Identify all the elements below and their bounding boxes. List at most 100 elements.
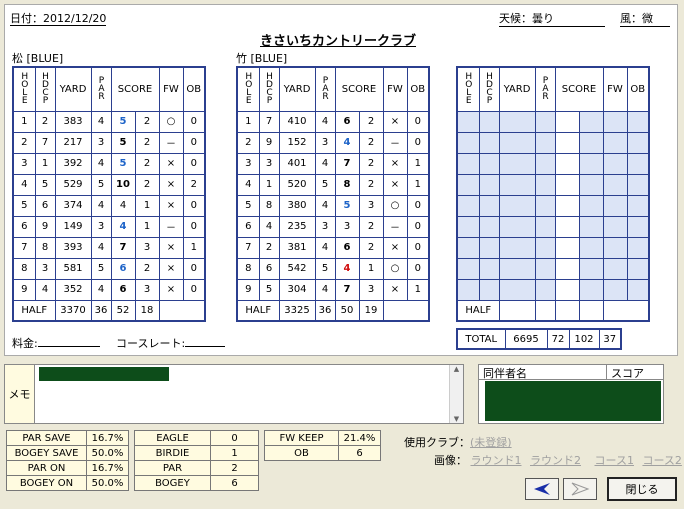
- ob-header: OB: [406, 66, 430, 112]
- ob-cell: 0: [182, 152, 206, 175]
- wind-label: 風：微: [620, 10, 670, 27]
- stat-row: BOGEY ON 50.0%: [6, 475, 129, 491]
- fw-cell: ○: [382, 194, 408, 217]
- par-cell: [534, 236, 556, 259]
- table-row: [456, 110, 650, 133]
- stat-label: BOGEY: [134, 475, 211, 491]
- par-cell: [534, 194, 556, 217]
- par-cell: [534, 257, 556, 280]
- partners-list[interactable]: 同伴者名 スコア: [478, 364, 664, 424]
- par-header: PAR: [90, 66, 112, 112]
- putt-cell: 1: [134, 194, 160, 217]
- hdcp-cell: 9: [258, 131, 280, 154]
- stat-label: BOGEY ON: [6, 475, 87, 491]
- club-name-title: きさいちカントリークラブ: [260, 34, 417, 49]
- image-link-round1[interactable]: ラウンド1: [471, 454, 522, 467]
- yard-cell: 217: [54, 131, 92, 154]
- hole-cell: 3: [12, 152, 36, 175]
- table-row: 1 2 383 4 5 2 ○ 0: [12, 110, 206, 133]
- stat-value: 16.7%: [86, 430, 129, 446]
- stat-label: FW KEEP: [264, 430, 339, 446]
- yard-cell: 529: [54, 173, 92, 196]
- table-row: 9 5 304 4 7 3 × 1: [236, 278, 430, 301]
- fw-cell: ×: [382, 278, 408, 301]
- stat-row: BOGEY SAVE 50.0%: [6, 445, 129, 461]
- hole-cell: 2: [236, 131, 260, 154]
- score-cell: 5: [334, 194, 360, 217]
- fw-cell: [602, 194, 628, 217]
- hole-cell: 4: [12, 173, 36, 196]
- yard-cell: 520: [278, 173, 316, 196]
- club-unregistered-link[interactable]: (未登録): [470, 436, 512, 449]
- score-cell: [554, 152, 580, 175]
- prev-button[interactable]: [525, 478, 559, 500]
- hdcp-cell: 2: [34, 110, 56, 133]
- memo-box[interactable]: メモ ▲ ▼: [4, 364, 464, 424]
- half-score: [554, 299, 580, 322]
- stat-label: PAR SAVE: [6, 430, 87, 446]
- half-blank: [183, 300, 205, 321]
- partners-header: 同伴者名 スコア: [479, 365, 663, 380]
- course-table-1: HOLE HDCP YARD PAR SCORE FW OB 1 2 383 4 5 2 ○…: [12, 66, 206, 322]
- image-link-course2[interactable]: コース2: [642, 454, 681, 467]
- hdcp-cell: [478, 173, 500, 196]
- half-putt: 18: [134, 299, 160, 322]
- half-label: HALF: [236, 299, 280, 322]
- stat-value: 21.4%: [338, 430, 381, 446]
- next-button[interactable]: [563, 478, 597, 500]
- half-yard: [498, 299, 536, 322]
- hdcp-cell: 7: [258, 110, 280, 133]
- course-header-row: HOLE HDCP YARD PAR SCORE FW OB: [236, 66, 430, 112]
- score-cell: [554, 194, 580, 217]
- table-row: 2 9 152 3 4 2 － 0: [236, 131, 430, 154]
- yard-cell: [498, 173, 536, 196]
- par-cell: 5: [90, 173, 112, 196]
- score-cell: 6: [334, 236, 360, 259]
- fw-cell: －: [158, 215, 184, 238]
- hole-cell: [456, 131, 480, 154]
- hdcp-cell: [478, 278, 500, 301]
- putt-cell: [578, 173, 604, 196]
- score-cell: 5: [110, 131, 136, 154]
- par-cell: 4: [90, 110, 112, 133]
- close-button[interactable]: 閉じる: [607, 477, 677, 501]
- course-label-2: 竹 [BLUE]: [236, 52, 288, 65]
- hdcp-cell: [478, 215, 500, 238]
- yard-cell: [498, 257, 536, 280]
- score-cell: [554, 173, 580, 196]
- stat-value: 2: [210, 460, 259, 476]
- stats-left: PAR SAVE 16.7% BOGEY SAVE 50.0% PAR ON 16.…: [6, 430, 129, 491]
- yard-cell: 410: [278, 110, 316, 133]
- hdcp-cell: 3: [34, 257, 56, 280]
- scroll-up-icon[interactable]: ▲: [450, 365, 463, 373]
- scroll-down-icon[interactable]: ▼: [450, 415, 463, 423]
- putt-cell: [578, 194, 604, 217]
- par-header: PAR: [534, 66, 556, 112]
- hdcp-cell: 9: [34, 215, 56, 238]
- hole-cell: 9: [236, 278, 260, 301]
- course-rate-label: コースレート:: [116, 335, 226, 351]
- fw-header: FW: [382, 66, 408, 112]
- hole-cell: 5: [236, 194, 260, 217]
- hdcp-cell: 4: [34, 278, 56, 301]
- ob-cell: [626, 194, 650, 217]
- hole-cell: [456, 278, 480, 301]
- ob-cell: 0: [406, 257, 430, 280]
- yard-cell: [498, 215, 536, 238]
- memo-scrollbar[interactable]: ▲ ▼: [449, 365, 463, 423]
- putt-cell: [578, 110, 604, 133]
- par-cell: 5: [314, 173, 336, 196]
- table-row: [456, 257, 650, 280]
- image-link-round2[interactable]: ラウンド2: [530, 454, 581, 467]
- table-row: 1 7 410 4 6 2 × 0: [236, 110, 430, 133]
- stat-label: EAGLE: [134, 430, 211, 446]
- table-row: [456, 236, 650, 259]
- par-cell: 4: [314, 236, 336, 259]
- half-row: HALF 3370 36 52 18: [12, 299, 205, 322]
- yard-cell: 152: [278, 131, 316, 154]
- table-row: 5 8 380 4 5 3 ○ 0: [236, 194, 430, 217]
- par-header: PAR: [314, 66, 336, 112]
- ob-cell: 0: [406, 110, 430, 133]
- ob-cell: 1: [406, 152, 430, 175]
- image-link-course1[interactable]: コース1: [595, 454, 634, 467]
